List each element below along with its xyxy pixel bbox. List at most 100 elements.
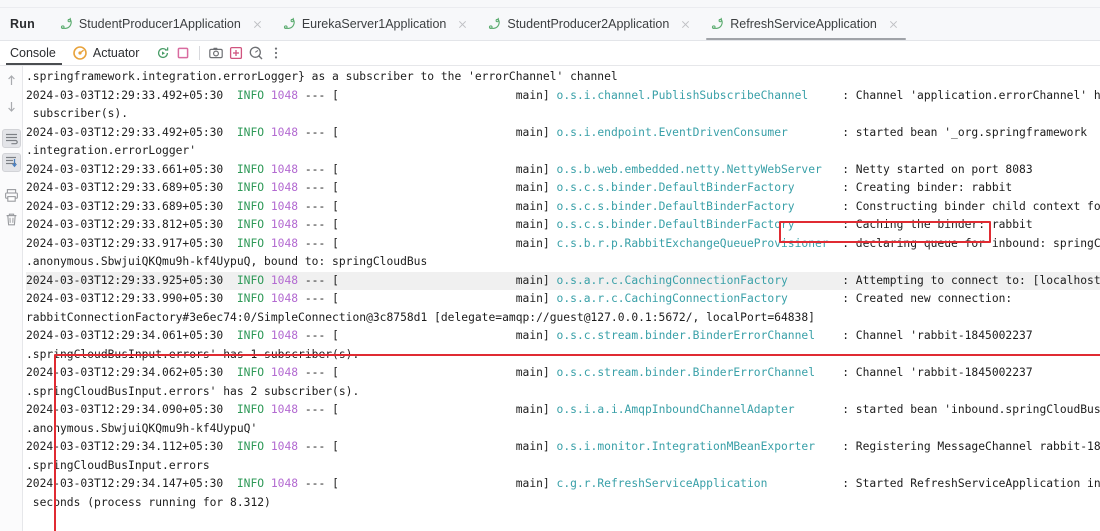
- log-pid: 1048: [270, 236, 305, 250]
- console-log-line: 2024-03-03T12:29:33.492+05:30 INFO 1048 …: [26, 124, 1100, 143]
- log-message: : declaring queue for inbound: springClo…: [842, 236, 1100, 250]
- console-line-continuation: .integration.errorLogger': [26, 142, 1100, 161]
- camera-icon[interactable]: [208, 45, 224, 61]
- rerun-icon[interactable]: [155, 45, 171, 61]
- log-logger: o.s.i.endpoint.EventDrivenConsumer: [556, 125, 843, 139]
- tab-close-icon[interactable]: [251, 18, 264, 31]
- log-message: : Started RefreshServiceApplication in 6…: [842, 477, 1100, 490]
- log-separator: --- [: [304, 125, 339, 139]
- tab-studentproducer1application[interactable]: StudentProducer1Application: [51, 8, 274, 40]
- log-level: INFO: [236, 162, 271, 176]
- log-timestamp: 2024-03-03T12:29:34.062+05:30: [26, 366, 237, 379]
- log-thread: main]: [338, 162, 557, 176]
- log-thread: main]: [338, 366, 557, 379]
- soft-wrap-icon[interactable]: [1, 129, 21, 148]
- console-log-line: 2024-03-03T12:29:34.112+05:30 INFO 1048 …: [26, 438, 1100, 457]
- tab-actuator[interactable]: Actuator: [70, 45, 150, 61]
- log-pid: 1048: [270, 329, 305, 342]
- console-line-continuation: .springframework.integration.errorLogger…: [26, 68, 1100, 87]
- log-level: INFO: [236, 273, 271, 287]
- log-pid: 1048: [270, 292, 305, 305]
- console-line-text: rabbitConnectionFactory#3e6ec74:0/Simple…: [26, 310, 815, 324]
- console-log-line: 2024-03-03T12:29:33.661+05:30 INFO 1048 …: [26, 161, 1100, 180]
- log-separator: --- [: [304, 329, 339, 342]
- log-level: INFO: [236, 199, 271, 213]
- log-level: INFO: [236, 181, 271, 194]
- console-line-continuation: .anonymous.SbwjuiQKQmu9h-kf4UypuQ, bound…: [26, 253, 1100, 272]
- log-separator: --- [: [304, 273, 339, 287]
- console-log-line: 2024-03-03T12:29:33.917+05:30 INFO 1048 …: [26, 235, 1100, 254]
- profiler-icon[interactable]: [248, 45, 264, 61]
- log-message: : started bean 'inbound.springCloudBus: [842, 403, 1100, 416]
- tab-close-icon[interactable]: [456, 18, 469, 31]
- log-message: : Channel 'application.errorChannel' has…: [842, 88, 1100, 102]
- console-vertical-scrollbar-track[interactable]: [1089, 132, 1100, 531]
- tab-label: RefreshServiceApplication: [730, 17, 877, 31]
- toolbar-separator: [199, 46, 201, 60]
- log-pid: 1048: [270, 366, 305, 379]
- scroll-down-icon[interactable]: [2, 96, 21, 115]
- log-thread: main]: [338, 403, 557, 416]
- console-toolbar: Console Actuator: [0, 41, 1100, 66]
- log-logger: o.s.i.channel.PublishSubscribeChannel: [556, 88, 843, 102]
- log-thread: main]: [338, 125, 557, 139]
- log-level: INFO: [236, 403, 271, 416]
- log-pid: 1048: [270, 440, 305, 453]
- console-line-continuation: subscriber(s).: [26, 105, 1100, 124]
- console-log-line: 2024-03-03T12:29:33.990+05:30 INFO 1048 …: [26, 290, 1100, 309]
- more-options-icon[interactable]: [268, 45, 284, 61]
- print-icon[interactable]: [2, 186, 21, 205]
- log-timestamp: 2024-03-03T12:29:34.061+05:30: [26, 329, 237, 342]
- actuator-label: Actuator: [92, 46, 140, 60]
- console-output[interactable]: .springframework.integration.errorLogger…: [23, 66, 1100, 531]
- tab-close-icon[interactable]: [887, 18, 900, 31]
- tab-console[interactable]: Console: [6, 41, 70, 65]
- log-level: INFO: [236, 477, 271, 490]
- log-pid: 1048: [270, 218, 305, 231]
- log-timestamp: 2024-03-03T12:29:33.917+05:30: [26, 236, 237, 250]
- log-separator: --- [: [304, 181, 339, 194]
- log-separator: --- [: [304, 440, 339, 453]
- log-pid: 1048: [270, 162, 305, 176]
- log-pid: 1048: [270, 403, 305, 416]
- console-gutter-toolbar: [0, 66, 23, 531]
- spring-boot-icon: [59, 17, 73, 31]
- console-line-continuation: .springCloudBusInput.errors' has 1 subsc…: [26, 346, 1100, 365]
- console-log-line: 2024-03-03T12:29:33.925+05:30 INFO 1048 …: [26, 271, 1100, 290]
- tab-refreshserviceapplication[interactable]: RefreshServiceApplication: [702, 8, 910, 40]
- thread-dump-icon[interactable]: [228, 45, 244, 61]
- tab-eurekaserver1application[interactable]: EurekaServer1Application: [274, 8, 480, 40]
- log-separator: --- [: [304, 236, 339, 250]
- scroll-up-icon[interactable]: [2, 72, 21, 91]
- log-thread: main]: [338, 477, 557, 490]
- console-line-text: .anonymous.SbwjuiQKQmu9h-kf4UypuQ': [26, 421, 258, 435]
- log-thread: main]: [338, 440, 557, 453]
- log-logger: o.s.c.stream.binder.BinderErrorChannel: [556, 329, 843, 342]
- scroll-to-end-icon[interactable]: [1, 153, 21, 172]
- log-separator: --- [: [304, 199, 339, 213]
- console-line-continuation: .springCloudBusInput.errors: [26, 457, 1100, 476]
- log-timestamp: 2024-03-03T12:29:33.925+05:30: [26, 273, 237, 287]
- console-line-text: .springCloudBusInput.errors: [26, 458, 210, 472]
- log-message: : Netty started on port 8083: [842, 162, 1033, 176]
- tab-label: EurekaServer1Application: [301, 17, 447, 31]
- console-line-text: .springCloudBusInput.errors' has 2 subsc…: [26, 384, 360, 398]
- log-thread: main]: [338, 236, 557, 250]
- log-thread: main]: [338, 292, 557, 305]
- log-level: INFO: [236, 329, 271, 342]
- log-message: : Created new connection:: [842, 292, 1013, 305]
- tabbar-right-filler: [1088, 8, 1100, 16]
- log-timestamp: 2024-03-03T12:29:33.661+05:30: [26, 162, 237, 176]
- log-logger: o.s.c.s.binder.DefaultBinderFactory: [556, 199, 843, 213]
- tab-studentproducer2application[interactable]: StudentProducer2Application: [479, 8, 702, 40]
- console-line-continuation: .springCloudBusInput.errors' has 2 subsc…: [26, 383, 1100, 402]
- stop-icon[interactable]: [175, 45, 191, 61]
- log-level: INFO: [236, 218, 271, 231]
- log-pid: 1048: [270, 273, 305, 287]
- log-pid: 1048: [270, 199, 305, 213]
- console-line-list: .springframework.integration.errorLogger…: [23, 68, 1100, 512]
- tab-close-icon[interactable]: [679, 18, 692, 31]
- clear-all-icon[interactable]: [2, 210, 21, 229]
- log-timestamp: 2024-03-03T12:29:33.689+05:30: [26, 181, 237, 194]
- console-log-line: 2024-03-03T12:29:34.062+05:30 INFO 1048 …: [26, 364, 1100, 383]
